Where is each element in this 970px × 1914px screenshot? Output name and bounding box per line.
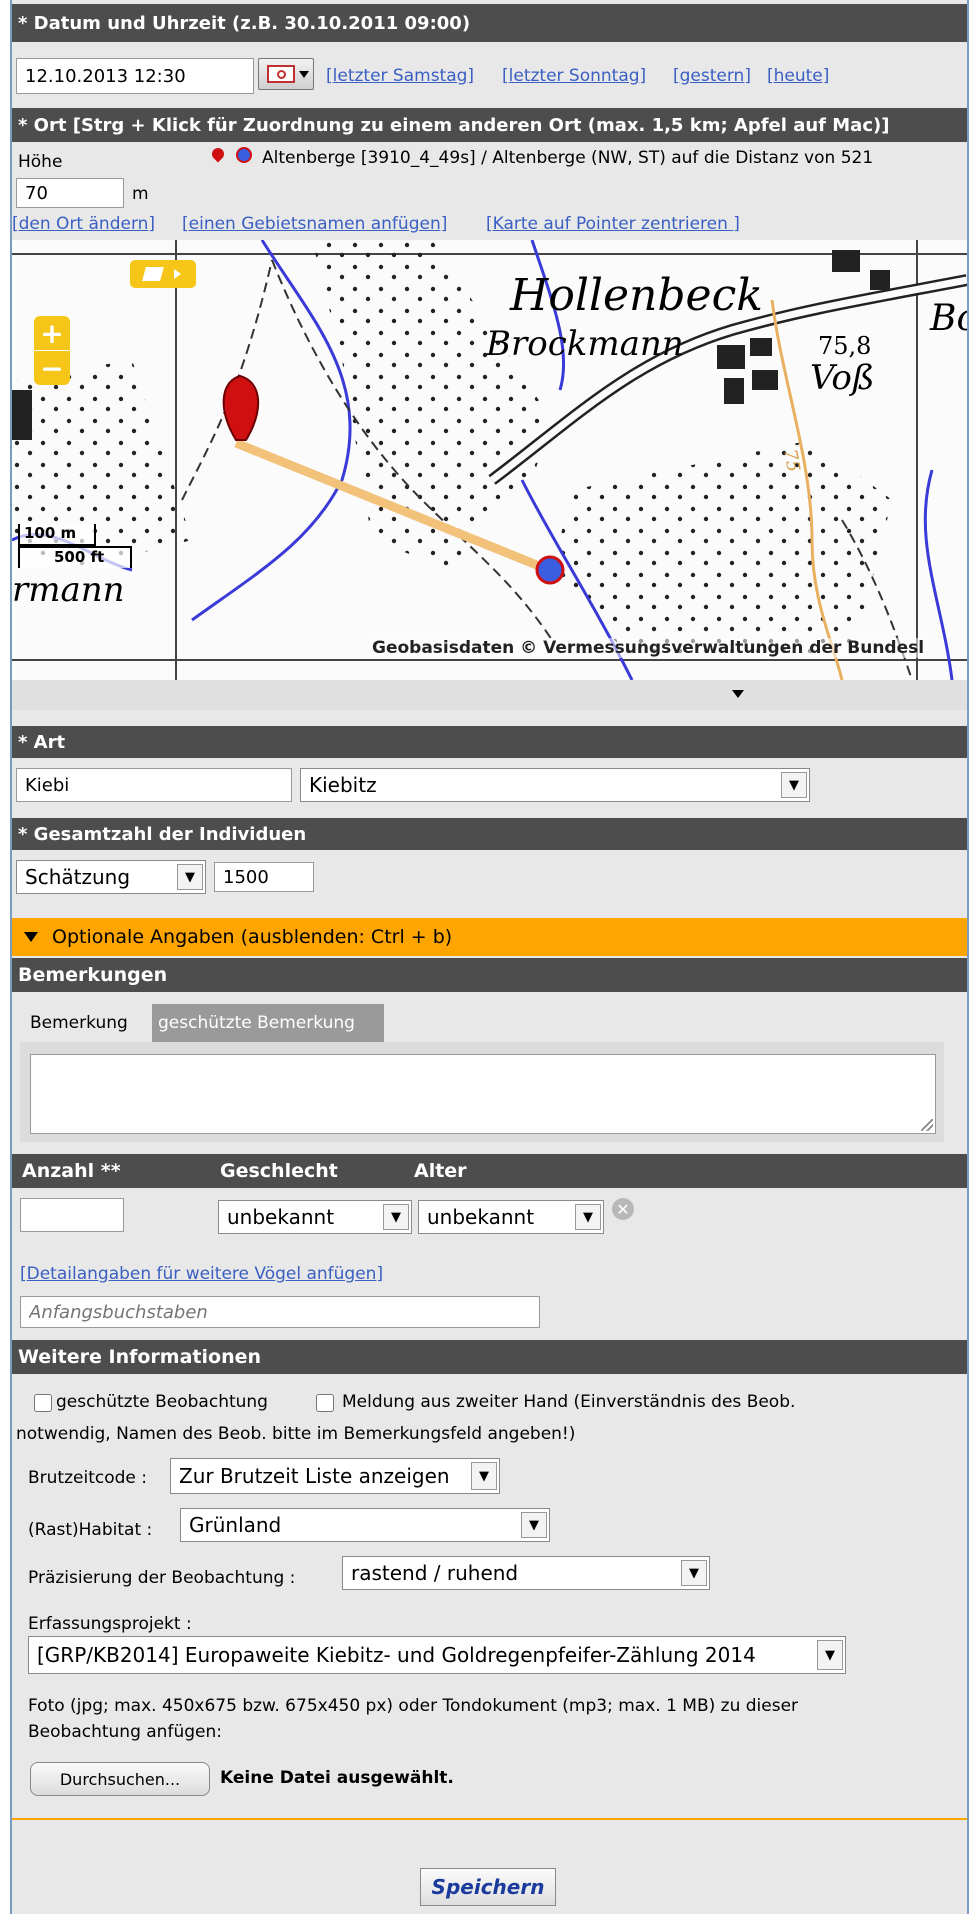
triangle-down-icon bbox=[24, 932, 38, 942]
link-yesterday[interactable]: [gestern] bbox=[673, 66, 751, 86]
count-input[interactable]: 1500 bbox=[214, 862, 314, 892]
file-upload-text-1: Foto (jpg; max. 450x675 bzw. 675x450 px)… bbox=[28, 1696, 799, 1716]
breeding-code-select[interactable]: Zur Brutzeit Liste anzeigen ▼ bbox=[170, 1458, 500, 1494]
chevron-right-icon bbox=[174, 269, 181, 279]
breeding-code-label: Brutzeitcode : bbox=[28, 1468, 147, 1488]
scale-bar-ft: 500 ft bbox=[18, 546, 132, 568]
tab-remark[interactable]: Bemerkung bbox=[22, 1004, 150, 1042]
second-hand-label-1: Meldung aus zweiter Hand (Einverständnis… bbox=[342, 1392, 796, 1412]
chevron-down-icon bbox=[299, 71, 309, 78]
location-dot-icon bbox=[236, 147, 252, 163]
col-count: Anzahl ** bbox=[22, 1160, 121, 1182]
chevron-down-icon: ▼ bbox=[177, 864, 203, 890]
chevron-down-icon: ▼ bbox=[521, 1512, 547, 1538]
species-header: * Art bbox=[12, 726, 967, 758]
calendar-icon bbox=[267, 65, 295, 83]
habitat-select[interactable]: Grünland ▼ bbox=[180, 1508, 550, 1542]
more-info-header: Weitere Informationen bbox=[12, 1340, 967, 1374]
remove-row-icon[interactable]: ✕ bbox=[612, 1198, 634, 1220]
chevron-down-icon: ▼ bbox=[681, 1560, 707, 1586]
habitat-label: (Rast)Habitat : bbox=[28, 1520, 153, 1540]
link-today[interactable]: [heute] bbox=[767, 66, 829, 86]
sex-select[interactable]: unbekannt ▼ bbox=[218, 1200, 412, 1234]
age-select[interactable]: unbekannt ▼ bbox=[418, 1200, 604, 1234]
col-age: Alter bbox=[414, 1160, 467, 1182]
map-label-contour: 75 bbox=[779, 447, 804, 474]
file-upload-text-2: Beobachtung anfügen: bbox=[28, 1722, 222, 1742]
zoom-out-button[interactable]: − bbox=[34, 351, 70, 385]
second-hand-label-2: notwendig, Namen des Beob. bitte im Beme… bbox=[16, 1424, 576, 1444]
scale-bar-m: 100 m bbox=[18, 524, 96, 546]
second-hand-checkbox[interactable] bbox=[316, 1394, 334, 1412]
optional-section-toggle[interactable]: Optionale Angaben (ausblenden: Ctrl + b) bbox=[12, 918, 967, 956]
details-header: Anzahl ** Geschlecht Alter bbox=[12, 1154, 967, 1188]
map-footer bbox=[12, 680, 967, 710]
map-label-voss: Voß bbox=[810, 358, 875, 398]
height-label: Höhe bbox=[18, 152, 63, 172]
precision-select[interactable]: rastend / ruhend ▼ bbox=[342, 1556, 710, 1590]
link-center-map[interactable]: [Karte auf Pointer zentrieren ] bbox=[486, 214, 740, 234]
layer-switcher-button[interactable] bbox=[130, 260, 196, 288]
initials-input[interactable] bbox=[20, 1296, 540, 1328]
height-input[interactable]: 70 bbox=[16, 178, 124, 208]
link-last-sunday[interactable]: [letzter Sonntag] bbox=[502, 66, 646, 86]
map-label-hollenbeck: Hollenbeck bbox=[510, 270, 763, 321]
map-canvas bbox=[12, 240, 967, 680]
tab-protected-remark[interactable]: geschützte Bemerkung bbox=[152, 1004, 384, 1042]
chevron-down-icon: ▼ bbox=[781, 772, 807, 798]
col-sex: Geschlecht bbox=[220, 1160, 338, 1182]
chevron-down-icon: ▼ bbox=[471, 1462, 497, 1490]
topographic-map[interactable]: Hollenbeck Brockmann Voß 75,8 Bo rmann 7… bbox=[12, 240, 967, 680]
optional-section-bottom bbox=[12, 1818, 967, 1820]
remarks-textarea[interactable] bbox=[30, 1054, 936, 1134]
species-abbrev-input[interactable]: Kiebi bbox=[16, 768, 292, 802]
zoom-in-button[interactable]: + bbox=[34, 316, 70, 350]
species-select[interactable]: Kiebitz ▼ bbox=[300, 768, 810, 802]
detail-count-input[interactable] bbox=[20, 1198, 124, 1232]
chevron-down-icon: ▼ bbox=[383, 1204, 409, 1230]
no-file-label: Keine Datei ausgewählt. bbox=[220, 1768, 454, 1788]
save-button[interactable]: Speichern bbox=[420, 1868, 556, 1906]
link-add-detail-birds[interactable]: [Detailangaben für weitere Vögel anfügen… bbox=[20, 1264, 383, 1284]
collapse-map-icon[interactable] bbox=[732, 690, 744, 698]
chevron-down-icon: ▼ bbox=[575, 1204, 601, 1230]
chevron-down-icon: ▼ bbox=[817, 1640, 843, 1670]
resize-handle-icon[interactable] bbox=[921, 1119, 933, 1131]
layers-icon bbox=[142, 267, 164, 281]
link-change-place[interactable]: [den Ort ändern] bbox=[12, 214, 155, 234]
map-label-brockmann: Brockmann bbox=[486, 324, 684, 364]
protected-observation-label: geschützte Beobachtung bbox=[56, 1392, 268, 1412]
count-mode-select[interactable]: Schätzung ▼ bbox=[16, 860, 206, 894]
link-add-area-name[interactable]: [einen Gebietsnamen anfügen] bbox=[182, 214, 447, 234]
map-attribution: Geobasisdaten © Vermessungsverwaltungen … bbox=[372, 638, 925, 658]
precision-label: Präzisierung der Beobachtung : bbox=[28, 1568, 296, 1588]
map-label-rmann: rmann bbox=[12, 570, 125, 610]
protected-observation-checkbox[interactable] bbox=[34, 1394, 52, 1412]
remarks-header: Bemerkungen bbox=[12, 958, 967, 992]
map-label-bo: Bo bbox=[930, 298, 967, 339]
place-text: Altenberge [3910_4_49s] / Altenberge (NW… bbox=[262, 148, 874, 168]
project-select[interactable]: [GRP/KB2014] Europaweite Kiebitz- und Go… bbox=[28, 1636, 846, 1674]
project-label: Erfassungsprojekt : bbox=[28, 1614, 192, 1634]
height-unit: m bbox=[132, 184, 149, 204]
datetime-header: * Datum und Uhrzeit (z.B. 30.10.2011 09:… bbox=[12, 4, 967, 42]
link-last-saturday[interactable]: [letzter Samstag] bbox=[326, 66, 474, 86]
map-label-elevation: 75,8 bbox=[818, 332, 872, 360]
datetime-input[interactable]: 12.10.2013 12:30 bbox=[16, 58, 254, 94]
location-header: * Ort [Strg + Klick für Zuordnung zu ein… bbox=[12, 108, 967, 142]
count-header: * Gesamtzahl der Individuen bbox=[12, 818, 967, 850]
calendar-button[interactable] bbox=[258, 58, 314, 90]
browse-button[interactable]: Durchsuchen... bbox=[30, 1762, 210, 1796]
